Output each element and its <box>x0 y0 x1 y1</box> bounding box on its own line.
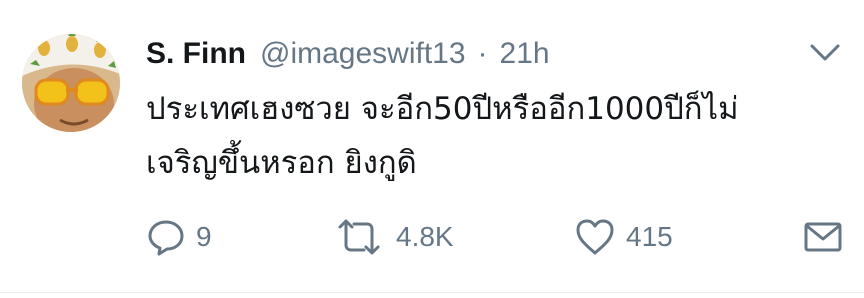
chevron-down-icon[interactable] <box>806 38 844 68</box>
reply-icon <box>146 217 186 257</box>
header-separator: · <box>477 37 488 70</box>
tweet-text-line: เจริญขึ้นหรอก ยิงกูดิ <box>146 145 417 181</box>
tweet-divider <box>0 292 864 293</box>
tweet-text: ประเทศเฮงซวย จะอีก50ปีหรืออีก1000ปีก็ไม่… <box>146 82 846 190</box>
heart-icon <box>574 217 616 257</box>
retweet-button[interactable]: 4.8K <box>332 212 454 262</box>
display-name[interactable]: S. Finn <box>146 37 246 71</box>
like-button[interactable]: 415 <box>574 212 673 262</box>
retweet-count: 4.8K <box>396 221 454 252</box>
reply-count: 9 <box>196 221 212 252</box>
tweet[interactable]: S. Finn @imageswift13 · 21h ประเทศเฮงซวย… <box>0 0 864 298</box>
retweet-icon <box>332 217 386 257</box>
reply-button[interactable]: 9 <box>146 212 212 262</box>
avatar[interactable] <box>22 34 120 132</box>
direct-message-button[interactable] <box>802 212 844 262</box>
like-count: 415 <box>626 221 673 252</box>
tweet-actions: 9 4.8K 415 <box>146 212 846 262</box>
tweet-text-line: ประเทศเฮงซวย จะอีก50ปีหรืออีก1000ปีก็ไม่ <box>146 91 739 127</box>
envelope-icon <box>802 217 844 257</box>
user-handle[interactable]: @imageswift13 <box>260 37 466 71</box>
tweet-header: S. Finn @imageswift13 · 21h <box>146 32 550 76</box>
timestamp[interactable]: 21h <box>500 37 550 71</box>
